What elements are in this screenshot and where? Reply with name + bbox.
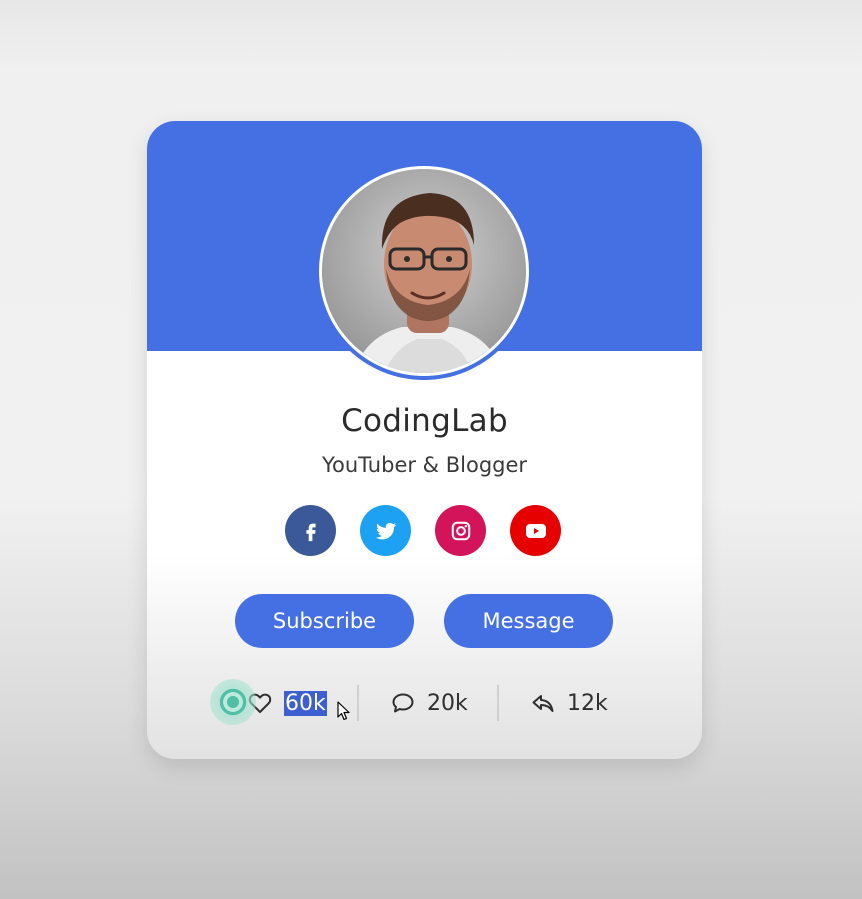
profile-role: YouTuber & Blogger (321, 453, 528, 477)
action-buttons: Subscribe Message (147, 594, 702, 650)
instagram-icon (451, 521, 470, 540)
twitter-icon (375, 522, 396, 539)
avatar-photo (322, 169, 526, 373)
facebook-link[interactable] (285, 505, 336, 556)
subscribe-button[interactable]: Subscribe (235, 594, 414, 648)
comments-stat[interactable]: 20k (391, 685, 468, 721)
click-indicator (210, 679, 256, 725)
social-links (285, 505, 565, 557)
profile-name: CodingLab (341, 403, 508, 439)
facebook-icon (305, 523, 316, 541)
stats-divider (497, 685, 499, 721)
youtube-icon (525, 523, 546, 538)
share-icon (532, 695, 554, 712)
likes-stat[interactable]: 60k (248, 685, 327, 721)
profile-card: CodingLab YouTuber & Blogger Subscribe M… (147, 121, 702, 759)
avatar-ring (315, 162, 533, 380)
stats-divider (357, 685, 359, 721)
comments-count: 20k (427, 690, 468, 716)
message-button[interactable]: Message (444, 594, 613, 648)
likes-count: 60k (284, 690, 327, 716)
comment-icon (392, 693, 414, 713)
shares-count: 12k (567, 690, 608, 716)
youtube-link[interactable] (510, 505, 561, 556)
instagram-link[interactable] (435, 505, 486, 556)
avatar (319, 166, 529, 376)
twitter-link[interactable] (360, 505, 411, 556)
shares-stat[interactable]: 12k (531, 685, 608, 721)
mouse-cursor-icon (337, 701, 350, 721)
